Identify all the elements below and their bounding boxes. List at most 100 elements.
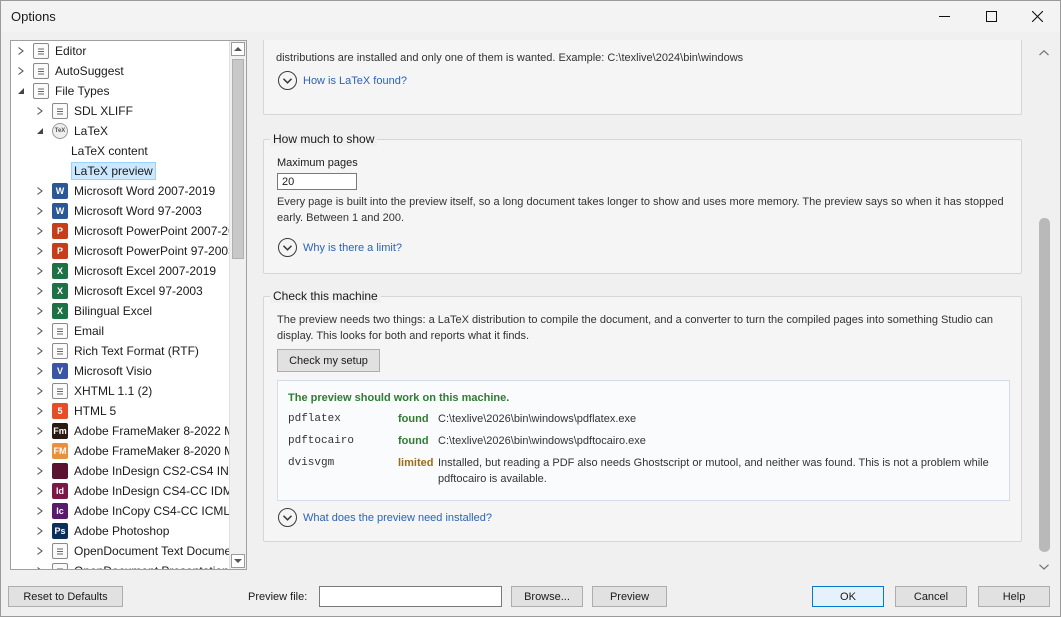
- check-setup-button[interactable]: Check my setup: [277, 349, 380, 372]
- bilingual-excel-icon: X: [52, 303, 68, 319]
- tree-expand-icon[interactable]: [35, 546, 45, 556]
- chevron-down-icon: [278, 508, 297, 527]
- tree-expand-icon[interactable]: [35, 206, 45, 216]
- tree-expand-icon[interactable]: [35, 446, 45, 456]
- latex-icon: TeX: [52, 123, 68, 139]
- tree-item-latex-preview[interactable]: LaTeX preview: [57, 161, 156, 181]
- scroll-up-button[interactable]: [231, 42, 245, 56]
- tree-expand-icon[interactable]: [35, 426, 45, 436]
- tree-item-adobe-indesign-cs4-cc-idml[interactable]: Id Adobe InDesign CS4-CC IDML: [35, 481, 239, 501]
- tree-expand-icon[interactable]: [35, 346, 45, 356]
- tree-item-microsoft-powerpoint-2007-20[interactable]: P Microsoft PowerPoint 2007-20: [35, 221, 235, 241]
- tree-item-latex[interactable]: TeX LaTeX: [35, 121, 108, 141]
- preview-button[interactable]: Preview: [592, 586, 667, 607]
- reset-defaults-button[interactable]: Reset to Defaults: [8, 586, 123, 607]
- tree-item-microsoft-powerpoint-97-2003[interactable]: P Microsoft PowerPoint 97-2003: [35, 241, 235, 261]
- tree-expand-icon[interactable]: [35, 406, 45, 416]
- tree-item-opendocument-presentation[interactable]: OpenDocument Presentation (: [35, 561, 236, 569]
- help-button[interactable]: Help: [978, 586, 1050, 607]
- tree-item-label: Adobe InCopy CS4-CC ICML: [74, 504, 231, 518]
- minimize-button[interactable]: [921, 1, 967, 32]
- tree-item-file-types[interactable]: File Types: [16, 81, 109, 101]
- check-tool-status: found: [398, 413, 429, 425]
- tree-expand-icon[interactable]: [35, 466, 45, 476]
- latex-found-link[interactable]: How is LaTeX found?: [303, 75, 407, 87]
- check-tool-status: limited: [398, 457, 434, 469]
- tree-item-label: Rich Text Format (RTF): [74, 344, 199, 358]
- tree-collapse-icon[interactable]: [35, 126, 45, 136]
- preview-file-input[interactable]: [319, 586, 502, 607]
- panel-scrollbar[interactable]: [1036, 40, 1053, 570]
- close-button[interactable]: [1014, 1, 1060, 32]
- install-expander[interactable]: What does the preview need installed?: [278, 508, 492, 527]
- preview-file-label: Preview file:: [248, 591, 308, 603]
- maximize-button[interactable]: [968, 1, 1014, 32]
- tree-item-adobe-indesign-cs2-cs4-inx[interactable]: Adobe InDesign CS2-CS4 INX: [35, 461, 237, 481]
- limit-expander[interactable]: Why is there a limit?: [278, 238, 402, 257]
- tree-item-microsoft-word-2007-2019[interactable]: W Microsoft Word 2007-2019: [35, 181, 215, 201]
- autosuggest-icon: [33, 63, 49, 79]
- chevron-up-icon: [234, 47, 242, 51]
- check-tool-status: found: [398, 435, 429, 447]
- tree-expand-icon[interactable]: [35, 306, 45, 316]
- cancel-button[interactable]: Cancel: [895, 586, 967, 607]
- tree-item-email[interactable]: Email: [35, 321, 104, 341]
- tree-expand-icon[interactable]: [16, 66, 26, 76]
- tree-item-xhtml-1-1-2[interactable]: XHTML 1.1 (2): [35, 381, 152, 401]
- visio-icon: V: [52, 363, 68, 379]
- tree-expand-icon[interactable]: [35, 486, 45, 496]
- tree-expand-icon[interactable]: [35, 526, 45, 536]
- tree-expand-icon[interactable]: [35, 226, 45, 236]
- incopy-icon: Ic: [52, 503, 68, 519]
- options-tree[interactable]: Editor AutoSuggest File Types SDL XLIFF TeX L…: [10, 40, 247, 570]
- word-icon: W: [52, 183, 68, 199]
- tree-item-microsoft-excel-97-2003[interactable]: X Microsoft Excel 97-2003: [35, 281, 203, 301]
- tree-scroll-thumb[interactable]: [232, 59, 244, 259]
- scroll-down-icon[interactable]: [1039, 559, 1049, 573]
- tree-expand-icon[interactable]: [35, 326, 45, 336]
- show-group: How much to show Maximum pages 20 Every …: [263, 132, 1022, 274]
- tree-expand-icon[interactable]: [16, 46, 26, 56]
- tree-item-adobe-photoshop[interactable]: Ps Adobe Photoshop: [35, 521, 169, 541]
- tree-item-latex-content[interactable]: LaTeX content: [57, 141, 148, 161]
- check-tool-detail: C:\texlive\2026\bin\windows\pdflatex.exe: [438, 413, 637, 425]
- check-group: Check this machine The preview needs two…: [263, 289, 1022, 542]
- tree-item-adobe-framemaker-8-2020-mi[interactable]: FM Adobe FrameMaker 8-2020 MI: [35, 441, 238, 461]
- tree-expand-icon[interactable]: [35, 506, 45, 516]
- max-pages-input[interactable]: 20: [277, 173, 357, 190]
- indesign-icon: [52, 463, 68, 479]
- ok-button[interactable]: OK: [812, 586, 884, 607]
- tree-item-rich-text-format-rtf[interactable]: Rich Text Format (RTF): [35, 341, 199, 361]
- tree-item-microsoft-excel-2007-2019[interactable]: X Microsoft Excel 2007-2019: [35, 261, 216, 281]
- tree-item-label: Adobe FrameMaker 8-2020 MI: [74, 444, 238, 458]
- tree-item-html-5[interactable]: 5 HTML 5: [35, 401, 116, 421]
- tree-item-opendocument-text-documen[interactable]: OpenDocument Text Documen: [35, 541, 238, 561]
- powerpoint-icon: P: [52, 223, 68, 239]
- browse-button[interactable]: Browse...: [511, 586, 583, 607]
- tree-item-adobe-framemaker-8-2022-mi[interactable]: Fm Adobe FrameMaker 8-2022 MI: [35, 421, 237, 441]
- tree-item-sdl-xliff[interactable]: SDL XLIFF: [35, 101, 133, 121]
- tree-expand-icon[interactable]: [35, 366, 45, 376]
- scroll-up-icon[interactable]: [1039, 45, 1049, 59]
- tree-item-microsoft-word-97-2003[interactable]: W Microsoft Word 97-2003: [35, 201, 202, 221]
- tree-scrollbar[interactable]: [229, 41, 246, 569]
- tree-item-editor[interactable]: Editor: [16, 41, 86, 61]
- tree-collapse-icon[interactable]: [16, 86, 26, 96]
- settings-panel: distributions are installed and only one…: [258, 40, 1054, 570]
- tree-expand-icon[interactable]: [35, 386, 45, 396]
- tree-expand-icon[interactable]: [35, 286, 45, 296]
- tree-item-microsoft-visio[interactable]: V Microsoft Visio: [35, 361, 152, 381]
- tree-item-autosuggest[interactable]: AutoSuggest: [16, 61, 124, 81]
- install-link[interactable]: What does the preview need installed?: [303, 512, 492, 524]
- tree-expand-icon[interactable]: [35, 106, 45, 116]
- scroll-down-button[interactable]: [231, 554, 245, 568]
- tree-item-bilingual-excel[interactable]: X Bilingual Excel: [35, 301, 152, 321]
- tree-expand-icon[interactable]: [35, 566, 45, 569]
- tree-item-adobe-incopy-cs4-cc-icml[interactable]: Ic Adobe InCopy CS4-CC ICML: [35, 501, 231, 521]
- limit-link[interactable]: Why is there a limit?: [303, 242, 402, 254]
- tree-expand-icon[interactable]: [35, 266, 45, 276]
- panel-scroll-thumb[interactable]: [1039, 218, 1050, 552]
- latex-found-expander[interactable]: How is LaTeX found?: [278, 71, 407, 90]
- tree-expand-icon[interactable]: [35, 246, 45, 256]
- tree-expand-icon[interactable]: [35, 186, 45, 196]
